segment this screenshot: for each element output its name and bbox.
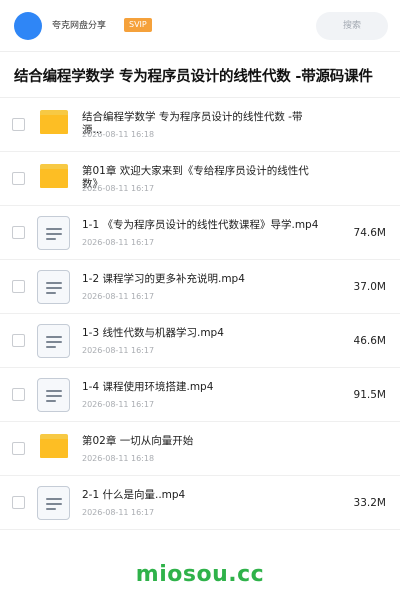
list-item[interactable]: 第01章 欢迎大家来到《专给程序员设计的线性代数》 2026-08-11 16:… — [0, 152, 400, 206]
user-name[interactable]: 夸克网盘分享 — [52, 19, 106, 33]
checkbox[interactable] — [12, 280, 25, 293]
list-item[interactable]: 结合编程学数学 专为程序员设计的线性代数 -带源... 2026-08-11 1… — [0, 98, 400, 152]
file-date: 2026-08-11 16:17 — [82, 508, 155, 517]
watermark-text: miosou.cc — [135, 562, 265, 587]
checkbox[interactable] — [12, 226, 25, 239]
list-item[interactable]: 1-3 线性代数与机器学习.mp4 2026-08-11 16:17 46.6M — [0, 314, 400, 368]
file-size: 33.2M — [353, 497, 386, 509]
file-date: 2026-08-11 16:17 — [82, 400, 155, 409]
video-file-icon — [37, 378, 70, 412]
file-date: 2026-08-11 16:17 — [82, 238, 155, 247]
file-name: 第02章 一切从向量开始 — [82, 435, 194, 447]
file-name: 1-2 课程学习的更多补充说明.mp4 — [82, 273, 245, 285]
file-date: 2026-08-11 16:17 — [82, 184, 155, 193]
file-name: 1-3 线性代数与机器学习.mp4 — [82, 327, 224, 339]
header-bar: 夸克网盘分享 SVIP 搜索 — [0, 0, 400, 52]
file-date: 2026-08-11 16:18 — [82, 454, 155, 463]
file-date: 2026-08-11 16:17 — [82, 346, 155, 355]
checkbox[interactable] — [12, 118, 25, 131]
svip-badge: SVIP — [124, 18, 152, 32]
video-file-icon — [37, 270, 70, 304]
file-size: 91.5M — [353, 389, 386, 401]
file-list: 结合编程学数学 专为程序员设计的线性代数 -带源... 2026-08-11 1… — [0, 98, 400, 530]
file-name: 2-1 什么是向量..mp4 — [82, 489, 186, 501]
folder-icon — [40, 110, 68, 134]
folder-icon — [40, 434, 68, 458]
search-input[interactable]: 搜索 — [316, 12, 388, 40]
video-file-icon — [37, 324, 70, 358]
file-date: 2026-08-11 16:18 — [82, 130, 155, 139]
list-item[interactable]: 1-1 《专为程序员设计的线性代数课程》导学.mp4 2026-08-11 16… — [0, 206, 400, 260]
list-item[interactable]: 1-2 课程学习的更多补充说明.mp4 2026-08-11 16:17 37.… — [0, 260, 400, 314]
file-name: 1-4 课程使用环境搭建.mp4 — [82, 381, 214, 393]
title-bar: 结合编程学数学 专为程序员设计的线性代数 -带源码课件 — [0, 52, 400, 98]
file-date: 2026-08-11 16:17 — [82, 292, 155, 301]
checkbox[interactable] — [12, 442, 25, 455]
file-size: 37.0M — [353, 281, 386, 293]
list-item[interactable]: 第02章 一切从向量开始 2026-08-11 16:18 — [0, 422, 400, 476]
file-size: 46.6M — [353, 335, 386, 347]
checkbox[interactable] — [12, 172, 25, 185]
file-size: 74.6M — [353, 227, 386, 239]
file-name: 1-1 《专为程序员设计的线性代数课程》导学.mp4 — [82, 219, 319, 231]
checkbox[interactable] — [12, 388, 25, 401]
folder-icon — [40, 164, 68, 188]
list-item[interactable]: 1-4 课程使用环境搭建.mp4 2026-08-11 16:17 91.5M — [0, 368, 400, 422]
video-file-icon — [37, 216, 70, 250]
checkbox[interactable] — [12, 334, 25, 347]
checkbox[interactable] — [12, 496, 25, 509]
list-item[interactable]: 2-1 什么是向量..mp4 2026-08-11 16:17 33.2M — [0, 476, 400, 530]
page-title: 结合编程学数学 专为程序员设计的线性代数 -带源码课件 — [14, 69, 373, 85]
video-file-icon — [37, 486, 70, 520]
avatar[interactable] — [14, 12, 42, 40]
